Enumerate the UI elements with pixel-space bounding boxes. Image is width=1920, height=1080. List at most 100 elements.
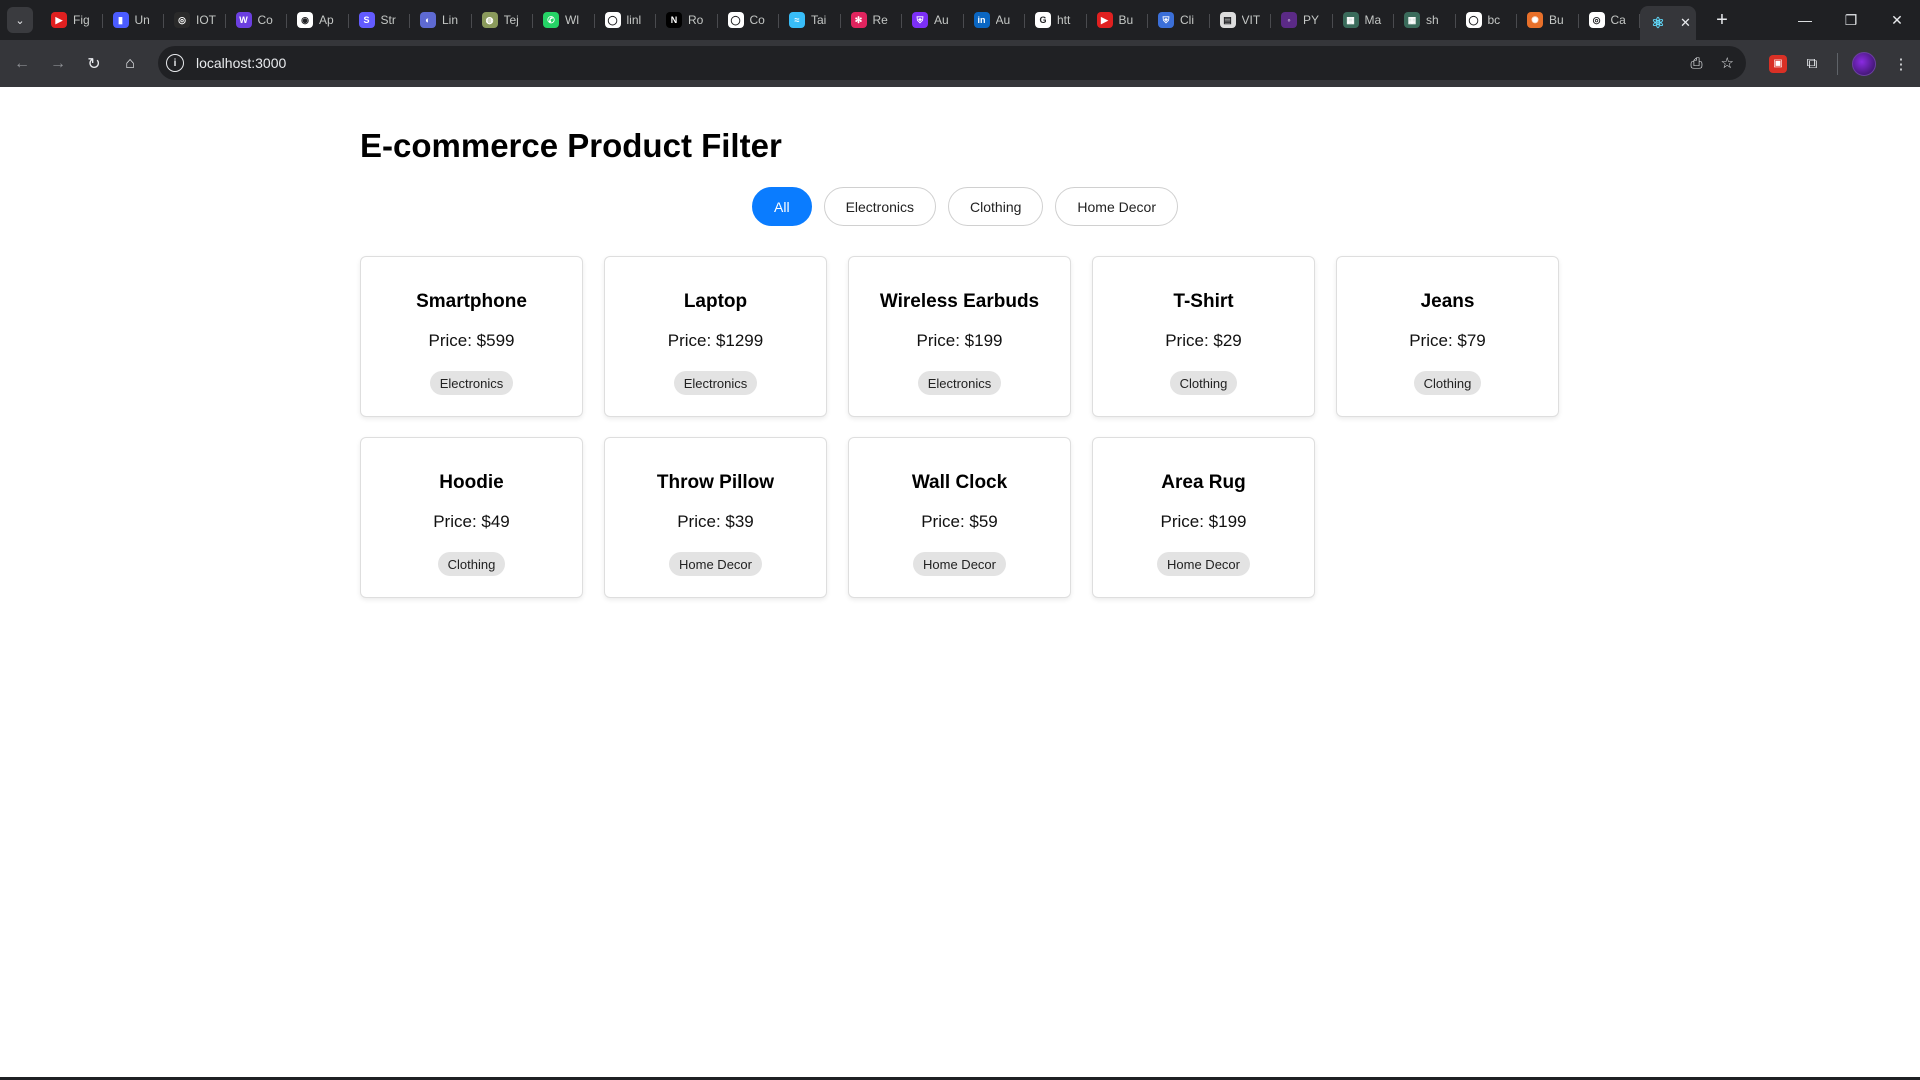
category-badge: Home Decor	[913, 552, 1006, 576]
tab-favicon-icon: ◐	[420, 12, 436, 28]
address-bar[interactable]: i localhost:3000 ⎙ ☆	[158, 46, 1746, 80]
tab-title: Cli	[1180, 13, 1194, 27]
close-tab-icon[interactable]: ✕	[1680, 15, 1691, 31]
bookmark-star-icon[interactable]: ☆	[1721, 54, 1734, 72]
home-button[interactable]: ⌂	[116, 50, 144, 78]
category-badge: Home Decor	[1157, 552, 1250, 576]
profile-avatar[interactable]	[1852, 51, 1876, 76]
active-browser-tab[interactable]: ⚛ ✕	[1640, 6, 1696, 40]
filter-button-home-decor[interactable]: Home Decor	[1055, 187, 1178, 226]
browser-tab[interactable]: ◎ IOT	[164, 5, 226, 35]
browser-tab[interactable]: ▤ VIT	[1210, 5, 1272, 35]
browser-tab[interactable]: S Str	[349, 5, 411, 35]
tab-favicon-icon: ▤	[1219, 12, 1236, 28]
reload-icon: ↻	[87, 55, 101, 73]
minimize-button[interactable]: —	[1782, 0, 1828, 40]
page-title: E-commerce Product Filter	[360, 127, 782, 164]
browser-tab[interactable]: ▦ sh	[1394, 5, 1456, 35]
browser-tab[interactable]: ◯ bc	[1456, 5, 1518, 35]
browser-tab[interactable]: ≈ Tai	[779, 5, 841, 35]
browser-tab[interactable]: W Co	[226, 5, 288, 35]
tab-favicon-icon: ✻	[850, 12, 867, 28]
restore-button[interactable]: ❐	[1828, 0, 1874, 40]
tab-favicon-icon: ◎	[174, 12, 190, 28]
browser-tab[interactable]: ⛨ Au	[902, 5, 964, 35]
browser-tab[interactable]: ◎ Ca	[1579, 5, 1641, 35]
browser-tab[interactable]: ✻ Re	[841, 5, 903, 35]
browser-tab[interactable]: ▶ Fig	[41, 5, 103, 35]
browser-tab[interactable]: ◉ Ap	[287, 5, 349, 35]
browser-tab[interactable]: ◯ Co	[718, 5, 780, 35]
product-card: Wall Clock Price: $59 Home Decor	[848, 437, 1071, 598]
browser-tab[interactable]: ◦ PY	[1271, 5, 1333, 35]
site-info-icon[interactable]: i	[166, 54, 184, 72]
browser-tab[interactable]: ▶ Bu	[1087, 5, 1149, 35]
category-filter-bar: All Electronics Clothing Home Decor	[0, 187, 1920, 226]
browser-tab[interactable]: ⛨ Cli	[1148, 5, 1210, 35]
filter-button-electronics[interactable]: Electronics	[823, 187, 937, 226]
tab-title: Au	[934, 13, 949, 27]
forward-button[interactable]: →	[44, 50, 72, 78]
product-price: Price: $49	[433, 512, 510, 531]
product-price: Price: $29	[1165, 331, 1242, 350]
product-card: T-Shirt Price: $29 Clothing	[1092, 256, 1315, 417]
product-name: Smartphone	[416, 291, 527, 312]
tab-favicon-icon: ◎	[1588, 12, 1605, 28]
tab-search-button[interactable]: ⌄	[7, 7, 33, 33]
tab-title: Bu	[1118, 13, 1134, 27]
extensions-puzzle-icon[interactable]: ⧉	[1801, 53, 1823, 75]
product-name: Area Rug	[1161, 472, 1246, 493]
browser-toolbar: ← → ↻ ⌂ i localhost:3000 ⎙ ☆ ▣ ⧉ ⋮	[0, 40, 1920, 87]
tab-favicon-icon: ▶	[1096, 12, 1113, 28]
back-button[interactable]: ←	[8, 50, 36, 78]
product-card: Hoodie Price: $49 Clothing	[360, 437, 583, 598]
product-card: Smartphone Price: $599 Electronics	[360, 256, 583, 417]
tab-title: Un	[134, 13, 150, 27]
product-name: Throw Pillow	[656, 472, 775, 493]
url-text[interactable]: localhost:3000	[196, 55, 286, 71]
browser-tab[interactable]: in Au	[964, 5, 1026, 35]
tab-favicon-icon: ◯	[604, 12, 621, 28]
browser-tab[interactable]: N Ro	[656, 5, 718, 35]
toolbar-divider	[1837, 52, 1838, 75]
browser-tab[interactable]: Ghtt	[1025, 5, 1087, 35]
tab-title: Ca	[1610, 13, 1626, 27]
product-card: Wireless Earbuds Price: $199 Electronics	[848, 256, 1071, 417]
browser-tab[interactable]: ▮ Un	[103, 5, 165, 35]
tab-favicon-icon: ◍	[481, 12, 498, 28]
tab-favicon-icon: ▮	[112, 12, 129, 28]
filter-button-clothing[interactable]: Clothing	[948, 187, 1044, 226]
tab-title: IOT	[196, 13, 216, 27]
product-price: Price: $59	[921, 512, 998, 531]
tab-favicon-icon: ◯	[727, 12, 744, 28]
browser-tab[interactable]: ▦ Ma	[1333, 5, 1395, 35]
install-app-icon[interactable]: ⎙	[1691, 55, 1703, 72]
product-name: Wall Clock	[911, 472, 1008, 493]
browser-tab[interactable]: ◯ linl	[595, 5, 657, 35]
chevron-down-icon: ⌄	[15, 14, 25, 27]
close-window-button[interactable]: ✕	[1874, 0, 1920, 40]
arrow-left-icon: ←	[14, 54, 30, 72]
tab-favicon-icon: ▦	[1342, 12, 1359, 28]
tab-title: Co	[257, 13, 273, 27]
menu-kebab-icon[interactable]: ⋮	[1890, 53, 1912, 75]
tab-list: ▶ Fig ▮ Un ◎ IOT W Co ◉ Ap S Str ◐ Lin ◍ Tej ✆ Wl ◯ linl N Ro…	[41, 0, 1696, 40]
filter-button-all[interactable]: All	[752, 187, 812, 226]
category-badge: Electronics	[429, 371, 514, 395]
new-tab-button[interactable]: +	[1710, 9, 1734, 32]
tab-favicon-icon: in	[973, 12, 990, 28]
reload-button[interactable]: ↻	[80, 50, 108, 78]
product-card: Area Rug Price: $199 Home Decor	[1092, 437, 1315, 598]
tab-favicon-icon: ◯	[1465, 12, 1482, 28]
tab-title: VIT	[1241, 13, 1261, 27]
browser-tab[interactable]: ◐ Lin	[410, 5, 472, 35]
extension-icon[interactable]: ▣	[1769, 54, 1787, 73]
tab-title: Re	[872, 13, 888, 27]
product-card: Jeans Price: $79 Clothing	[1336, 256, 1559, 417]
browser-tab[interactable]: ✆ Wl	[533, 5, 595, 35]
browser-tab[interactable]: ✺ Bu	[1517, 5, 1579, 35]
tab-favicon-icon: S	[358, 12, 375, 28]
browser-tab[interactable]: ◍ Tej	[472, 5, 534, 35]
tab-title: Tai	[811, 13, 827, 27]
tab-title: Wl	[565, 13, 579, 27]
